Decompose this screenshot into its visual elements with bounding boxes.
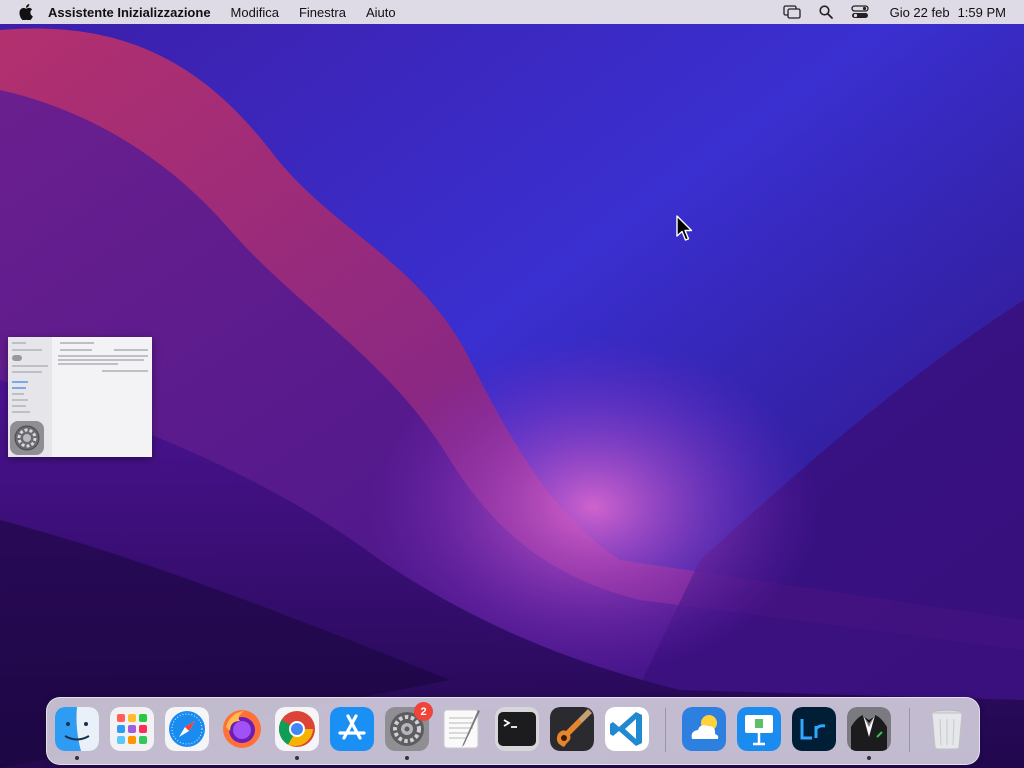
system-preferences-icon [10, 421, 44, 455]
menubar-date[interactable]: Gio 22 feb [890, 5, 950, 20]
thumbnail-line [58, 363, 118, 365]
chrome-running-indicator [295, 756, 299, 760]
dock-trash[interactable] [925, 707, 969, 751]
vscode-icon [605, 707, 649, 751]
keynote-icon [737, 707, 781, 751]
firefox-icon [223, 710, 261, 748]
mouse-cursor-icon [676, 215, 693, 241]
screen-mirroring-icon[interactable] [782, 4, 802, 20]
bartender-running-indicator [867, 756, 871, 760]
dock-finder[interactable] [55, 707, 99, 751]
control-center-icon[interactable] [850, 4, 870, 20]
chrome-icon [275, 707, 319, 751]
launchpad-icon [110, 707, 154, 751]
thumbnail-line [58, 359, 144, 361]
trash-icon [931, 709, 963, 750]
desktop-wallpaper [0, 0, 1024, 768]
dock-chrome[interactable] [275, 707, 319, 751]
thumbnail-line [12, 399, 28, 401]
system-preferences-window-thumbnail[interactable] [8, 337, 152, 457]
dock-firefox[interactable] [220, 707, 264, 751]
finder-icon [55, 707, 99, 751]
thumbnail-line [114, 349, 148, 351]
menu-finestra[interactable]: Finestra [299, 5, 346, 20]
thumbnail-line [12, 387, 26, 389]
thumbnail-line [12, 349, 42, 351]
dock-separator [665, 708, 666, 752]
thumbnail-line [12, 405, 26, 407]
safari-icon [165, 707, 209, 751]
dock-safari[interactable] [165, 707, 209, 751]
dock-textedit[interactable] [440, 707, 484, 751]
thumbnail-line [102, 370, 148, 372]
textedit-icon [443, 709, 480, 749]
dock-app-store[interactable] [330, 707, 374, 751]
thumbnail-line [12, 365, 48, 367]
dock-garageband[interactable] [550, 707, 594, 751]
dock-lightroom[interactable] [792, 707, 836, 751]
app-name-menu[interactable]: Assistente Inizializzazione [48, 5, 211, 20]
notification-badge: 2 [414, 702, 433, 721]
garageband-icon [550, 707, 594, 751]
thumbnail-line [12, 381, 28, 383]
thumbnail-line [12, 411, 30, 413]
lightroom-icon [792, 707, 836, 751]
thumbnail-line [12, 371, 42, 373]
apple-menu-icon[interactable] [18, 0, 34, 24]
menu-bar: Assistente Inizializzazione Modifica Fin… [0, 0, 1024, 24]
thumbnail-line [58, 355, 148, 357]
thumbnail-line [12, 393, 24, 395]
dock: 2 [46, 697, 980, 765]
dock-system-preferences[interactable]: 2 [385, 702, 433, 751]
weather-icon [682, 707, 726, 751]
menubar-time[interactable]: 1:59 PM [958, 5, 1006, 20]
thumbnail-avatar [12, 355, 22, 361]
dock-vscode[interactable] [605, 707, 649, 751]
finder-running-indicator [75, 756, 79, 760]
dock-weather[interactable] [682, 707, 726, 751]
dock-bartender[interactable] [847, 707, 891, 751]
bartender-icon [847, 707, 891, 751]
dock-terminal[interactable] [495, 707, 539, 751]
thumbnail-line [60, 342, 94, 344]
system-preferences-running-indicator [405, 756, 409, 760]
thumbnail-line [12, 342, 26, 344]
thumbnail-line [60, 349, 92, 351]
spotlight-search-icon[interactable] [816, 4, 836, 20]
dock-keynote[interactable] [737, 707, 781, 751]
app-store-icon [330, 707, 374, 751]
menu-aiuto[interactable]: Aiuto [366, 5, 396, 20]
menu-modifica[interactable]: Modifica [231, 5, 279, 20]
dock-separator [909, 708, 910, 752]
dock-launchpad[interactable] [110, 707, 154, 751]
terminal-icon [495, 707, 539, 751]
